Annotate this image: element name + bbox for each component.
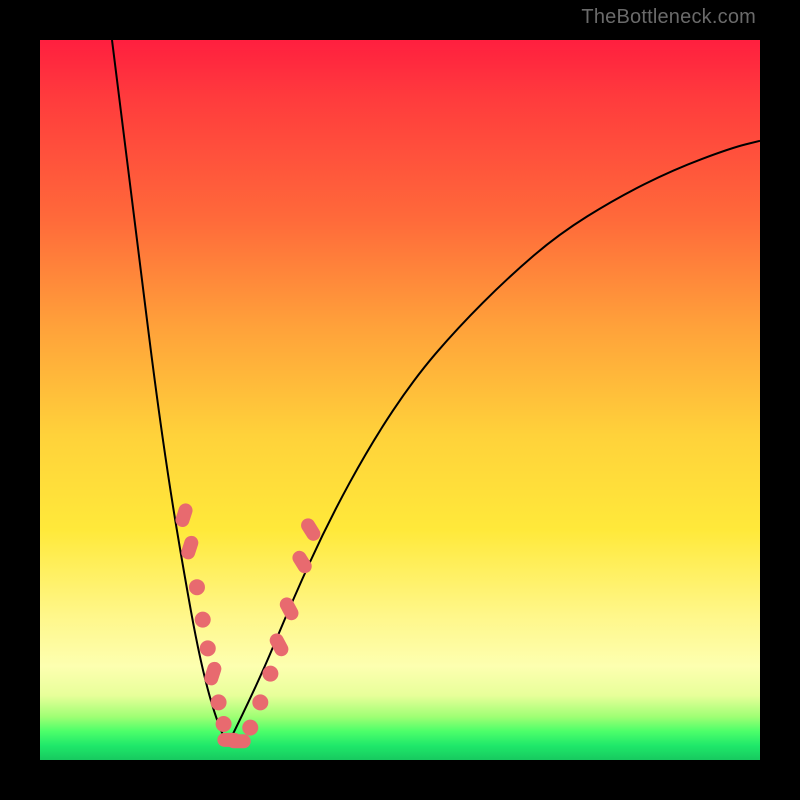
- data-marker: [179, 534, 200, 561]
- data-marker: [200, 640, 216, 656]
- left-branch-curve: [112, 40, 227, 746]
- plot-area: [40, 40, 760, 760]
- data-marker: [242, 720, 258, 736]
- data-marker: [252, 694, 268, 710]
- marker-group: [174, 502, 323, 749]
- data-marker: [211, 694, 227, 710]
- chart-frame: TheBottleneck.com: [0, 0, 800, 800]
- data-marker: [298, 516, 323, 544]
- watermark-text: TheBottleneck.com: [581, 6, 756, 29]
- right-branch-curve: [227, 141, 760, 746]
- data-marker: [262, 666, 278, 682]
- curve-layer: [40, 40, 760, 760]
- data-marker: [216, 716, 232, 732]
- data-marker: [227, 734, 251, 748]
- data-marker: [189, 579, 205, 595]
- data-marker: [195, 612, 211, 628]
- data-marker: [277, 595, 301, 623]
